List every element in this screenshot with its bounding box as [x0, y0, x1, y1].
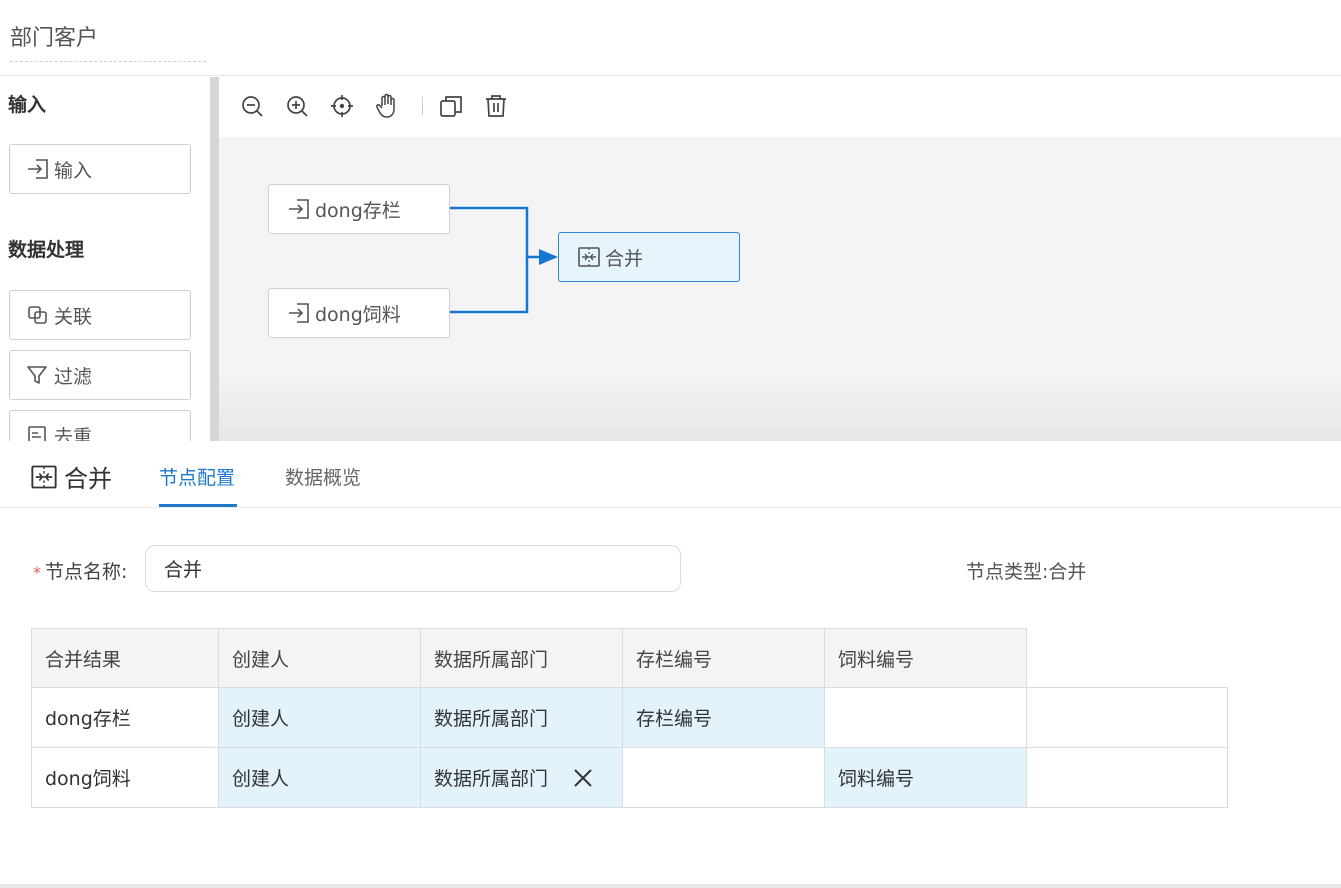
input-arrow-icon — [289, 199, 309, 219]
mapped-field-cell[interactable]: 存栏编号 — [623, 688, 825, 748]
table-row-source: dong饲料 — [31, 748, 219, 808]
node-name-input[interactable] — [145, 545, 681, 592]
table-header-cell: 数据所属部门 — [421, 628, 623, 688]
toolbar-divider — [422, 97, 423, 115]
input-arrow-icon — [28, 159, 48, 179]
crosshair-icon — [331, 95, 353, 117]
copy-button[interactable] — [438, 93, 464, 119]
node-type-value: 合并 — [1048, 561, 1087, 583]
close-icon[interactable] — [572, 767, 594, 789]
delete-button[interactable] — [483, 93, 509, 119]
mapped-field-cell[interactable]: 饲料编号 — [825, 748, 1027, 808]
merge-icon — [31, 465, 57, 488]
zoom-out-button[interactable] — [239, 93, 265, 119]
table-header-cell: 合并结果 — [31, 628, 219, 688]
flow-node-label: dong存栏 — [315, 199, 401, 222]
node-config-panel: 合并 节点配置 数据概览 *节点名称: 节点类型:合并 合并结果 创建人 数据所… — [0, 441, 1341, 888]
page-header: 部门客户 — [0, 0, 1341, 76]
mapped-field-cell[interactable]: 创建人 — [219, 688, 421, 748]
empty-field-cell[interactable] — [825, 688, 1027, 748]
zoom-out-icon — [242, 96, 263, 117]
edge-arrowhead — [539, 249, 558, 265]
bottom-border — [0, 884, 1341, 888]
palette-item-input[interactable]: 输入 — [9, 144, 191, 194]
empty-extra-cell[interactable] — [1027, 687, 1228, 748]
table-row-source: dong存栏 — [31, 688, 219, 748]
zoom-in-icon — [287, 96, 308, 117]
palette-item-label: 输入 — [54, 159, 93, 182]
pan-button[interactable] — [374, 93, 400, 119]
table-header-cell: 创建人 — [219, 628, 421, 688]
flow-node-merge[interactable]: 合并 — [558, 232, 740, 282]
tab-node-config[interactable]: 节点配置 — [159, 463, 235, 490]
edge-siliao-to-merge — [450, 257, 529, 314]
flow-node-siliao[interactable]: dong饲料 — [268, 288, 450, 338]
node-palette: 输入 输入 数据处理 关联 过滤 去重 — [0, 77, 210, 441]
table-header-cell: 饲料编号 — [825, 628, 1027, 688]
mapped-field-text: 数据所属部门 — [434, 768, 549, 790]
input-arrow-icon — [289, 303, 309, 323]
required-marker: * — [33, 563, 41, 582]
mapped-field-cell-hovered[interactable]: 数据所属部门 — [421, 748, 623, 808]
node-name-label-text: 节点名称: — [45, 561, 128, 583]
trash-icon — [486, 95, 506, 117]
panel-header: 合并 节点配置 数据概览 — [0, 441, 1341, 508]
empty-extra-cell[interactable] — [1027, 748, 1228, 808]
node-name-label: * 节点名称: — [33, 557, 127, 584]
mapped-field-cell[interactable]: 创建人 — [219, 748, 421, 808]
zoom-in-button[interactable] — [284, 93, 310, 119]
flow-node-label: dong饲料 — [315, 303, 401, 326]
palette-item-label: 去重 — [54, 425, 93, 442]
panel-title: 合并 — [30, 459, 112, 494]
node-type-label: 节点类型: — [966, 561, 1049, 583]
page-title: 部门客户 — [10, 26, 99, 51]
join-icon — [28, 306, 47, 324]
section-title-processing: 数据处理 — [8, 239, 85, 261]
filter-icon — [27, 366, 47, 384]
palette-item-filter[interactable]: 过滤 — [9, 350, 191, 400]
edge-cunlan-to-merge — [450, 206, 547, 259]
hand-icon — [376, 93, 395, 118]
empty-field-cell[interactable] — [623, 748, 825, 808]
flow-node-cunlan[interactable]: dong存栏 — [268, 184, 450, 234]
flow-node-label: 合并 — [605, 247, 644, 270]
title-underline — [10, 61, 206, 62]
palette-item-dedupe[interactable]: 去重 — [9, 410, 191, 441]
sidebar-scrollbar[interactable] — [210, 77, 219, 441]
copy-icon — [440, 96, 462, 117]
dedupe-icon — [28, 426, 46, 441]
mapped-field-cell[interactable]: 数据所属部门 — [421, 688, 623, 748]
merge-icon — [578, 247, 600, 267]
active-tab-indicator — [159, 504, 237, 507]
center-button[interactable] — [329, 93, 355, 119]
panel-title-text: 合并 — [64, 465, 112, 493]
palette-item-label: 关联 — [54, 305, 93, 328]
tab-data-overview[interactable]: 数据概览 — [285, 463, 361, 490]
flow-canvas[interactable]: dong存栏 dong饲料 合并 — [219, 137, 1341, 441]
node-type-info: 节点类型:合并 — [966, 557, 1086, 584]
table-header-cell: 存栏编号 — [623, 628, 825, 688]
canvas-toolbar — [219, 77, 1341, 137]
palette-item-label: 过滤 — [54, 365, 93, 388]
palette-item-join[interactable]: 关联 — [9, 290, 191, 340]
section-title-input: 输入 — [8, 94, 47, 116]
